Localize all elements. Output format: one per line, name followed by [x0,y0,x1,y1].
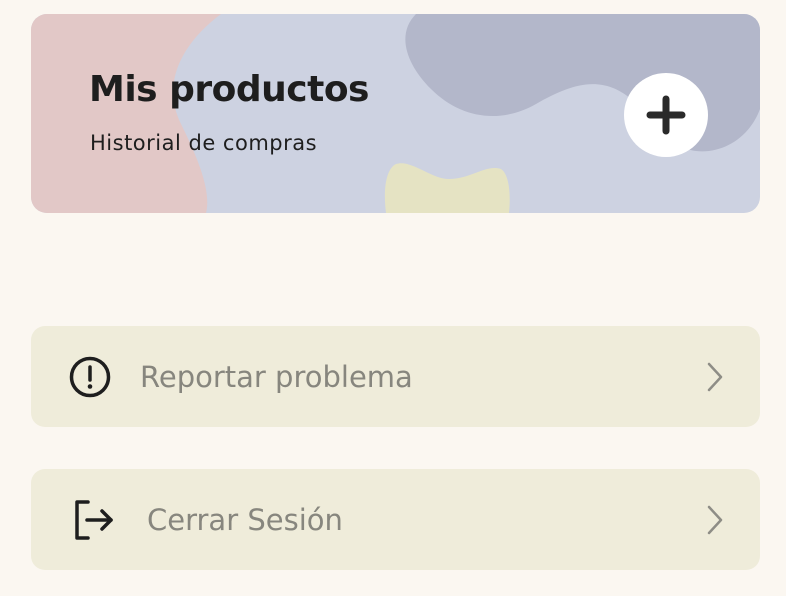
chevron-right-icon [706,504,724,536]
dark-blob [405,14,760,152]
logout-label: Cerrar Sesión [147,502,343,537]
report-problem-button[interactable]: Reportar problema [31,326,760,427]
products-card[interactable]: Mis productos Historial de compras [31,14,760,213]
yellow-blob [384,163,510,213]
products-title: Mis productos [89,69,370,110]
chevron-right-icon [706,361,724,393]
logout-button[interactable]: Cerrar Sesión [31,469,760,570]
products-subtitle: Historial de compras [90,131,318,155]
add-product-button[interactable] [624,73,708,157]
alert-circle-icon [68,355,112,399]
pink-blob [31,14,221,213]
logout-icon [72,499,116,541]
screen: Mis productos Historial de compras Repor… [0,0,786,596]
report-problem-label: Reportar problema [140,359,413,394]
plus-icon [646,95,686,135]
